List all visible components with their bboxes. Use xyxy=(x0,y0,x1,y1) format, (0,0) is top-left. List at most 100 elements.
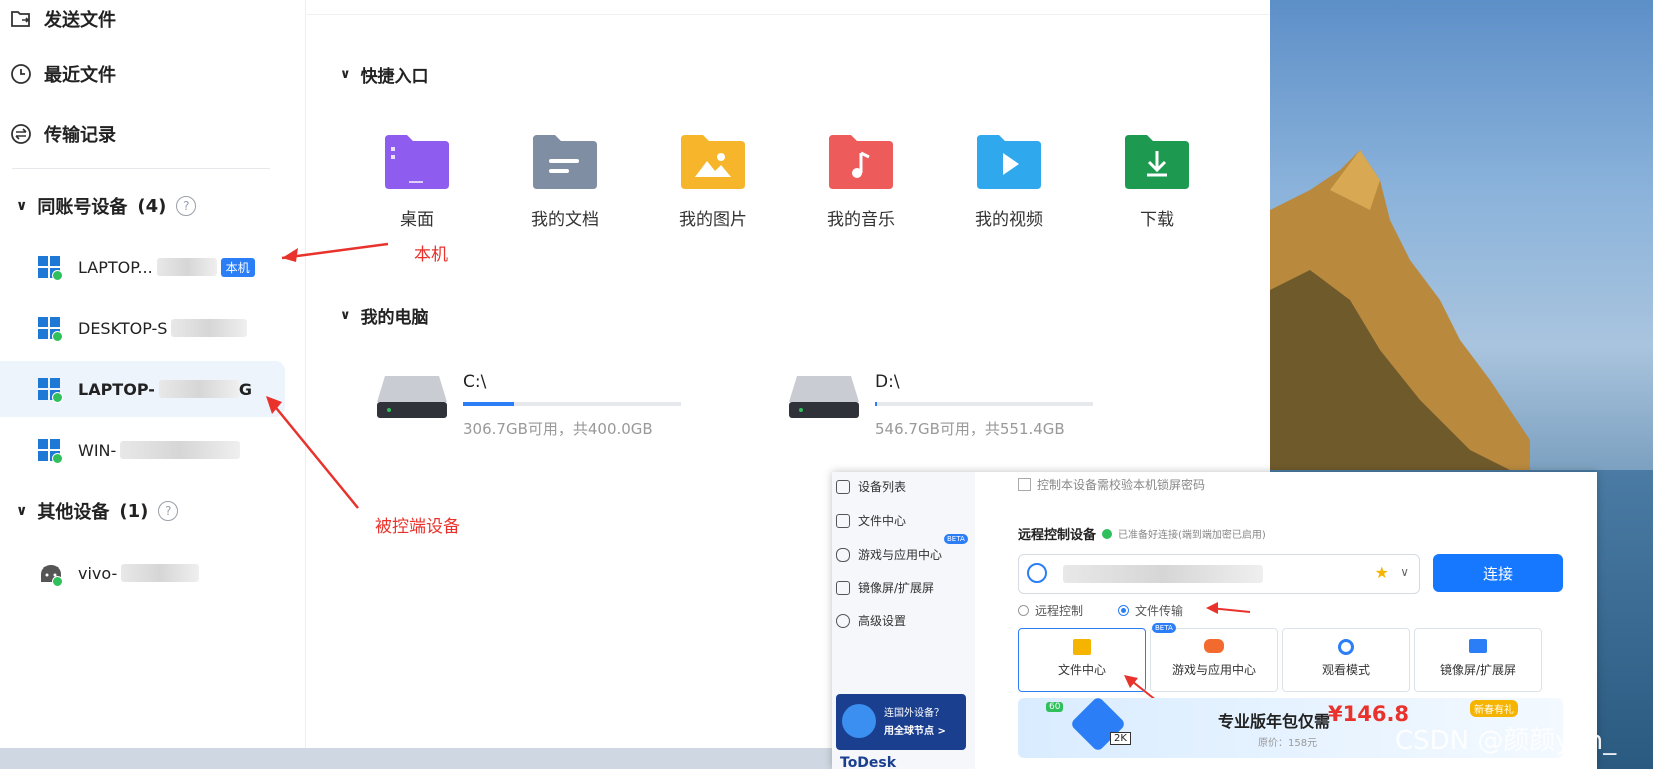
check-icon xyxy=(1102,528,1113,539)
local-badge: 本机 xyxy=(220,257,255,277)
quick-download[interactable]: 下载 xyxy=(1097,133,1217,230)
quick-video[interactable]: 我的视频 xyxy=(949,133,1069,230)
group-other-count: (1) xyxy=(119,500,149,522)
device-name-suffix: G xyxy=(238,379,253,399)
cast-icon xyxy=(1469,639,1487,653)
quick-label: 我的图片 xyxy=(679,210,747,230)
list-icon xyxy=(836,479,850,494)
drive-c[interactable]: C:\ 306.7GB可用，共400.0GB xyxy=(375,372,681,439)
drive-usage-fill xyxy=(875,402,877,406)
menu-game-center[interactable]: 游戏与应用中心 xyxy=(836,546,942,563)
device-name: DESKTOP-S xyxy=(78,318,168,338)
folder-icon xyxy=(1073,639,1091,655)
device-desktop[interactable]: DESKTOP-S xyxy=(0,300,285,356)
quick-access-title: 快捷入口 xyxy=(360,67,429,87)
resolution-badge: 2K xyxy=(1110,732,1131,745)
gamepad-icon xyxy=(1204,639,1224,653)
chevron-down-icon: ∨ xyxy=(16,503,28,519)
mode-label: 远程控制 xyxy=(1035,604,1084,618)
menu-label: 设备列表 xyxy=(858,480,907,494)
menu-label: 游戏与应用中心 xyxy=(858,548,943,562)
chevron-down-icon: ∨ xyxy=(16,198,28,214)
quick-documents[interactable]: 我的文档 xyxy=(505,133,625,230)
group-same-count: (4) xyxy=(137,195,167,217)
annotation-arrow-controlled xyxy=(266,396,359,509)
menu-label: 文件中心 xyxy=(858,514,907,528)
group-same-label: 同账号设备 xyxy=(37,197,128,218)
beta-badge: BETA xyxy=(1152,623,1176,633)
windows-icon xyxy=(38,317,63,342)
my-computer-title: 我的电脑 xyxy=(360,308,429,328)
chevron-down-icon: ∨ xyxy=(340,67,351,82)
quick-access-header[interactable]: ∨ 快捷入口 xyxy=(340,62,429,87)
nav-send-files[interactable]: 发送文件 xyxy=(10,4,116,34)
annotation-controlled-label: 被控端设备 xyxy=(375,517,460,537)
download-folder-icon xyxy=(1125,135,1189,189)
eye-icon xyxy=(1338,639,1354,655)
nav-recent-files[interactable]: 最近文件 xyxy=(10,59,116,89)
lock-password-checkbox[interactable]: 控制本设备需校验本机锁屏密码 xyxy=(1018,476,1205,493)
device-laptop-local[interactable]: LAPTOP... 本机 xyxy=(0,239,285,295)
transfer-icon xyxy=(10,123,32,145)
drive-name: D:\ xyxy=(875,372,900,392)
quick-desktop[interactable]: 桌面 xyxy=(357,133,477,230)
windows-icon xyxy=(38,256,63,281)
star-icon[interactable]: ★ xyxy=(1375,563,1389,582)
chevron-down-icon[interactable]: ∨ xyxy=(1400,565,1409,579)
menu-file-center[interactable]: 文件中心 xyxy=(836,512,906,529)
send-file-icon xyxy=(10,8,32,30)
chevron-down-icon: ∨ xyxy=(340,308,351,323)
annotation-local-label: 本机 xyxy=(414,245,448,265)
global-node-promo[interactable]: 连国外设备？ 用全球节点 > xyxy=(836,694,966,750)
device-laptop-controlled[interactable]: LAPTOP- G xyxy=(0,361,285,417)
promo-line2: 用全球节点 > xyxy=(884,726,946,737)
quick-access-grid: 桌面 我的文档 我的图片 我的音乐 我的视频 下载 xyxy=(357,133,1227,230)
radio-icon xyxy=(1118,605,1129,616)
drive-d[interactable]: D:\ 546.7GB可用，共551.4GB xyxy=(787,372,1093,439)
windows-icon xyxy=(38,439,63,464)
folder-icon xyxy=(836,513,850,528)
cast-icon xyxy=(836,580,850,595)
my-computer-header[interactable]: ∨ 我的电脑 xyxy=(340,303,429,328)
mode-file-transfer[interactable]: 文件传输 xyxy=(1118,602,1183,619)
wallpaper-cliff xyxy=(1270,150,1530,480)
annotation-arrow-local xyxy=(281,242,389,262)
device-vivo[interactable]: vivo- xyxy=(0,545,285,601)
promo-line1: 连国外设备？ xyxy=(884,708,944,719)
redacted-text xyxy=(1063,565,1263,583)
checkbox-icon xyxy=(1018,478,1031,491)
quick-label: 我的音乐 xyxy=(827,210,895,230)
user-icon xyxy=(1027,563,1047,583)
drive-info: 306.7GB可用，共400.0GB xyxy=(463,420,653,438)
device-name: vivo- xyxy=(78,563,118,583)
device-name: LAPTOP... xyxy=(78,257,153,277)
watermark: CSDN @颜颜yan_ xyxy=(1395,726,1617,756)
remote-control-header: 远程控制设备 已准备好连接(端到端加密已启用) xyxy=(1018,524,1266,543)
help-icon[interactable]: ? xyxy=(158,501,179,521)
gear-icon xyxy=(836,613,850,628)
card-mirror-screen[interactable]: 镜像屏/扩展屏 xyxy=(1414,628,1542,692)
nav-send-label: 发送文件 xyxy=(44,10,116,31)
help-icon[interactable]: ? xyxy=(176,196,197,216)
redacted-text xyxy=(120,441,241,459)
menu-device-list[interactable]: 设备列表 xyxy=(836,478,906,495)
menu-mirror-screen[interactable]: 镜像屏/扩展屏 xyxy=(836,579,934,596)
status-text: 已准备好连接(端到端加密已启用) xyxy=(1118,530,1266,541)
connect-button[interactable]: 连接 xyxy=(1433,554,1563,592)
device-id-input[interactable]: ★ ∨ xyxy=(1018,554,1420,594)
desktop-folder-icon xyxy=(385,135,449,189)
windows-icon xyxy=(38,378,63,403)
group-other-devices[interactable]: ∨ 其他设备 (1) ? xyxy=(16,496,179,526)
ad-tag: 新春有礼 xyxy=(1470,700,1518,717)
quick-pictures[interactable]: 我的图片 xyxy=(653,133,773,230)
nav-transfer-history[interactable]: 传输记录 xyxy=(10,119,116,149)
device-win[interactable]: WIN- xyxy=(0,422,285,478)
quick-music[interactable]: 我的音乐 xyxy=(801,133,921,230)
card-label: 游戏与应用中心 xyxy=(1171,663,1256,677)
hard-drive-icon xyxy=(789,376,859,418)
device-name: WIN- xyxy=(78,440,117,460)
group-same-account[interactable]: ∨ 同账号设备 (4) ? xyxy=(16,191,197,221)
card-watch-mode[interactable]: 观看模式 xyxy=(1282,628,1410,692)
mode-remote-control[interactable]: 远程控制 xyxy=(1018,602,1083,619)
menu-advanced-settings[interactable]: 高级设置 xyxy=(836,612,906,629)
